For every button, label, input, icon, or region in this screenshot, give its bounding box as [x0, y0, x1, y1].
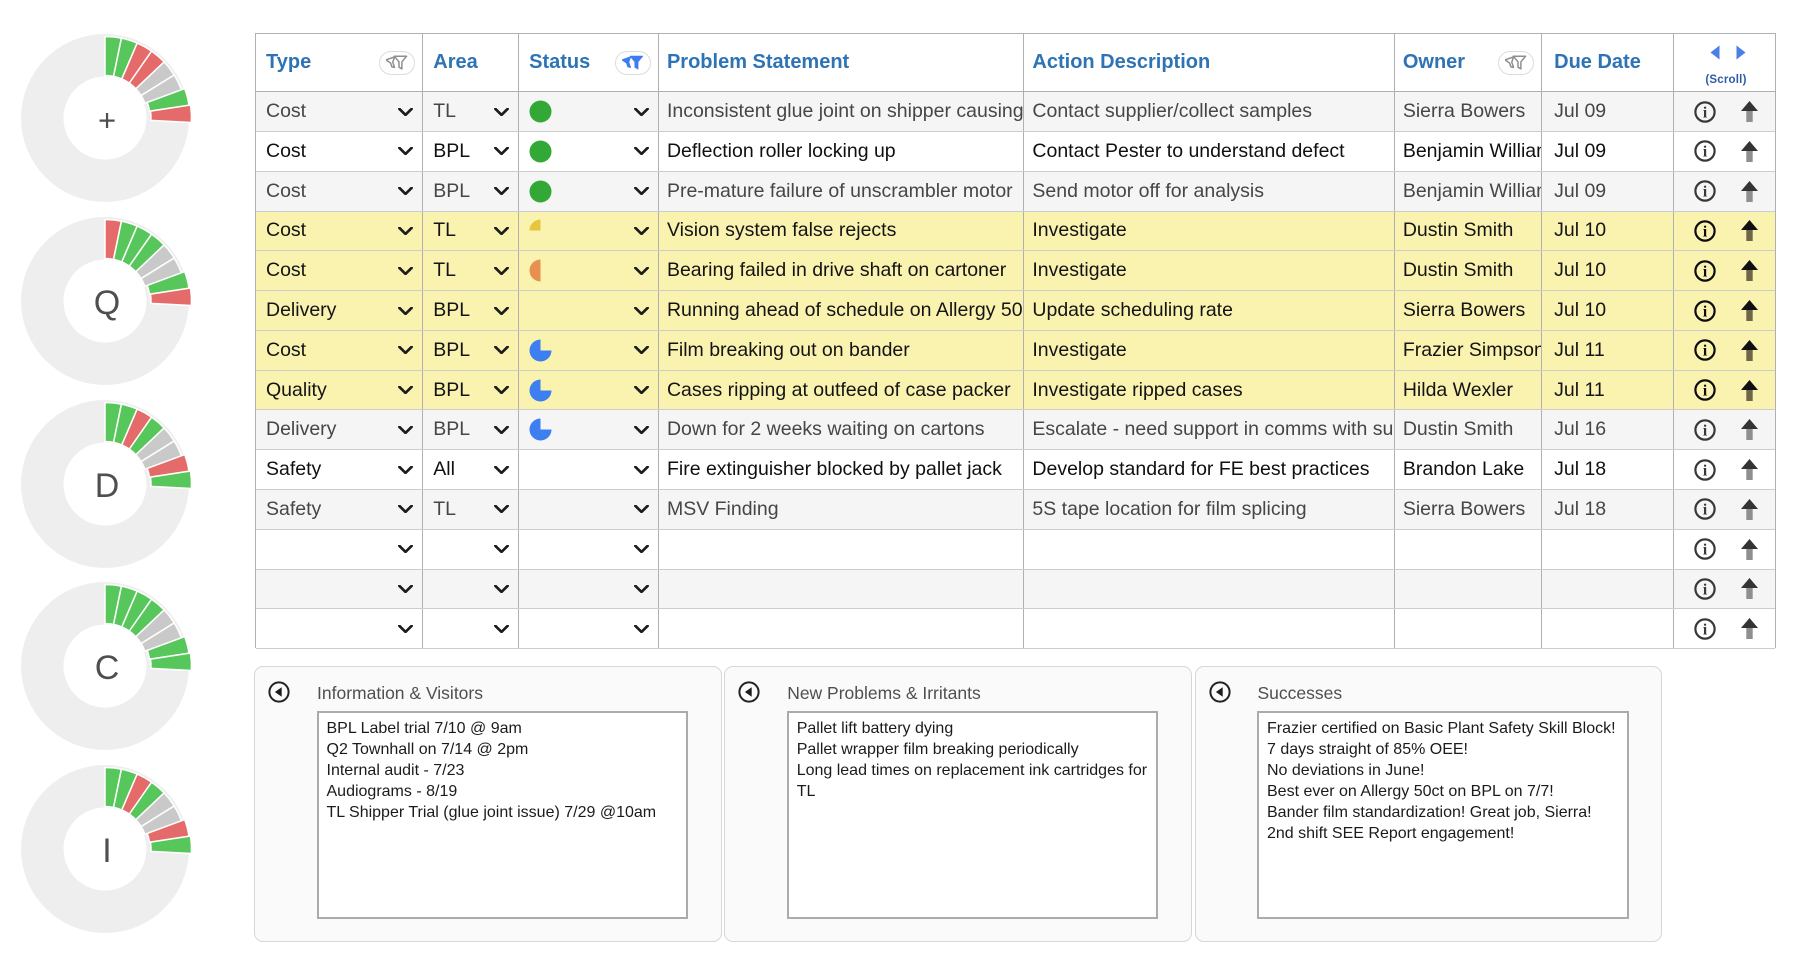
svg-text:i: i — [1703, 422, 1708, 439]
svg-text:I: I — [102, 832, 111, 870]
svg-text:C: C — [94, 649, 119, 687]
svg-text:D: D — [94, 467, 119, 505]
svg-text:i: i — [1703, 581, 1708, 598]
svg-text:i: i — [1703, 223, 1708, 240]
svg-text:i: i — [1703, 263, 1708, 280]
svg-text:+: + — [97, 102, 115, 137]
svg-text:i: i — [1703, 144, 1708, 161]
svg-text:i: i — [1703, 343, 1708, 360]
svg-text:i: i — [1703, 502, 1708, 519]
svg-text:i: i — [1703, 542, 1708, 559]
svg-text:i: i — [1703, 621, 1708, 638]
svg-text:i: i — [1703, 104, 1708, 121]
svg-text:i: i — [1703, 462, 1708, 479]
svg-text:i: i — [1703, 303, 1708, 320]
svg-text:i: i — [1703, 184, 1708, 201]
svg-text:Q: Q — [93, 284, 119, 322]
svg-text:i: i — [1703, 382, 1708, 399]
